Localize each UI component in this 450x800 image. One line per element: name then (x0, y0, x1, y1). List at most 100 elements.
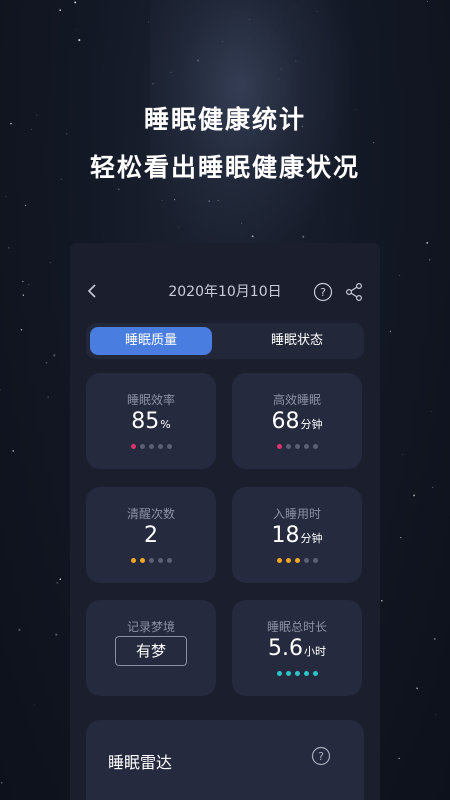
rating-dot (285, 558, 291, 563)
tab-sleep-state[interactable]: 睡眠状态 (232, 327, 362, 355)
rating-dot (312, 444, 318, 449)
rating-dot (294, 444, 300, 449)
star (50, 262, 52, 263)
stat-number: 68 (271, 409, 300, 434)
star (55, 633, 58, 636)
star (431, 411, 433, 412)
stat-number: 18 (271, 523, 300, 548)
tab-sleep-quality[interactable]: 睡眠质量 (90, 327, 212, 355)
stat-number: 5.6 (268, 636, 303, 661)
rating-dots (232, 671, 362, 677)
rating-dot (276, 444, 282, 449)
radar-title: 睡眠雷达 (108, 753, 173, 772)
stat-label: 睡眠总时长 (266, 620, 327, 634)
stat-number: 85 (131, 409, 160, 434)
question-circle-icon[interactable]: ? (313, 282, 333, 302)
rating-dot (148, 444, 154, 449)
rating-dot (276, 671, 282, 676)
hero-subtitle: 轻松看出睡眠健康状况 (89, 153, 360, 182)
rating-dot (312, 558, 318, 563)
star (0, 389, 1, 391)
stat-label: 清醒次数 (126, 507, 175, 521)
star (398, 757, 400, 760)
star (78, 39, 81, 42)
star (416, 687, 418, 690)
stat-card-total-sleep[interactable]: 睡眠总时长 5.6小时 (232, 600, 362, 696)
stat-card-awake-count[interactable]: 清醒次数 2 (86, 487, 216, 583)
dream-button[interactable]: 有梦 (115, 636, 187, 666)
stat-value: 85% (86, 409, 216, 434)
rating-dot (285, 444, 291, 449)
star (75, 29, 77, 31)
star (56, 581, 59, 584)
rating-dot (276, 558, 282, 563)
stat-label: 高效睡眠 (272, 393, 321, 407)
star (53, 354, 56, 357)
star (20, 328, 23, 331)
stat-label: 入睡用时 (272, 507, 321, 521)
star (435, 714, 437, 716)
rating-dot (130, 558, 136, 563)
sleep-radar-panel: 睡眠雷达 ? (86, 720, 364, 800)
stat-value: 2 (86, 523, 216, 548)
rating-dots (232, 558, 362, 564)
star (413, 494, 416, 497)
star (7, 247, 10, 249)
rating-dot (157, 444, 163, 449)
share-icon[interactable] (344, 282, 364, 302)
stat-label: 记录梦境 (126, 620, 175, 634)
rating-dot (139, 558, 145, 563)
stat-value: 5.6小时 (232, 636, 362, 661)
star (22, 280, 24, 282)
rating-dot (166, 444, 172, 449)
tab-bar: 睡眠质量 睡眠状态 (86, 323, 364, 359)
star (12, 450, 15, 452)
rating-dot (303, 444, 309, 449)
rating-dots (86, 444, 216, 450)
star (389, 330, 392, 332)
rating-dot (303, 558, 309, 563)
star (28, 284, 30, 285)
sleep-report-card: 2020年10月10日 ? 睡眠质量 睡眠状态 睡眠效率 85% 高效睡眠 68… (70, 243, 380, 800)
stat-card-efficiency[interactable]: 睡眠效率 85% (86, 373, 216, 469)
star (426, 241, 429, 244)
rating-dot (312, 671, 318, 676)
rating-dot (303, 671, 309, 676)
stat-value: 68分钟 (232, 409, 362, 434)
stat-card-dream: 记录梦境 有梦 (86, 600, 216, 696)
star (18, 628, 21, 631)
star (24, 204, 27, 207)
hero-section: 睡眠健康统计 轻松看出睡眠健康状况 (0, 100, 450, 188)
star (0, 781, 3, 784)
rating-dot (157, 558, 163, 563)
star (22, 294, 24, 296)
star (432, 486, 434, 488)
svg-text:?: ? (318, 750, 324, 763)
star (59, 9, 62, 12)
star (59, 578, 62, 580)
rating-dots (86, 558, 216, 564)
star (399, 275, 401, 277)
hero-title: 睡眠健康统计 (143, 105, 306, 134)
star (34, 704, 36, 706)
stat-number: 2 (144, 523, 158, 548)
star (433, 637, 436, 641)
stat-unit: 分钟 (300, 418, 323, 431)
star (47, 396, 49, 398)
rating-dot (285, 671, 291, 676)
rating-dot (148, 558, 154, 563)
star (400, 537, 402, 539)
star (402, 454, 403, 456)
star (426, 0, 429, 3)
stat-card-fall-asleep[interactable]: 入睡用时 18分钟 (232, 487, 362, 583)
card-header: 2020年10月10日 ? (70, 273, 380, 309)
star (5, 195, 7, 197)
report-date[interactable]: 2020年10月10日 (70, 281, 380, 301)
stat-value: 18分钟 (232, 523, 362, 548)
stat-unit: 分钟 (300, 532, 323, 545)
svg-text:?: ? (320, 286, 326, 299)
star (117, 188, 120, 191)
stat-card-effective-sleep[interactable]: 高效睡眠 68分钟 (232, 373, 362, 469)
star (381, 600, 383, 602)
question-circle-icon[interactable]: ? (311, 746, 331, 766)
